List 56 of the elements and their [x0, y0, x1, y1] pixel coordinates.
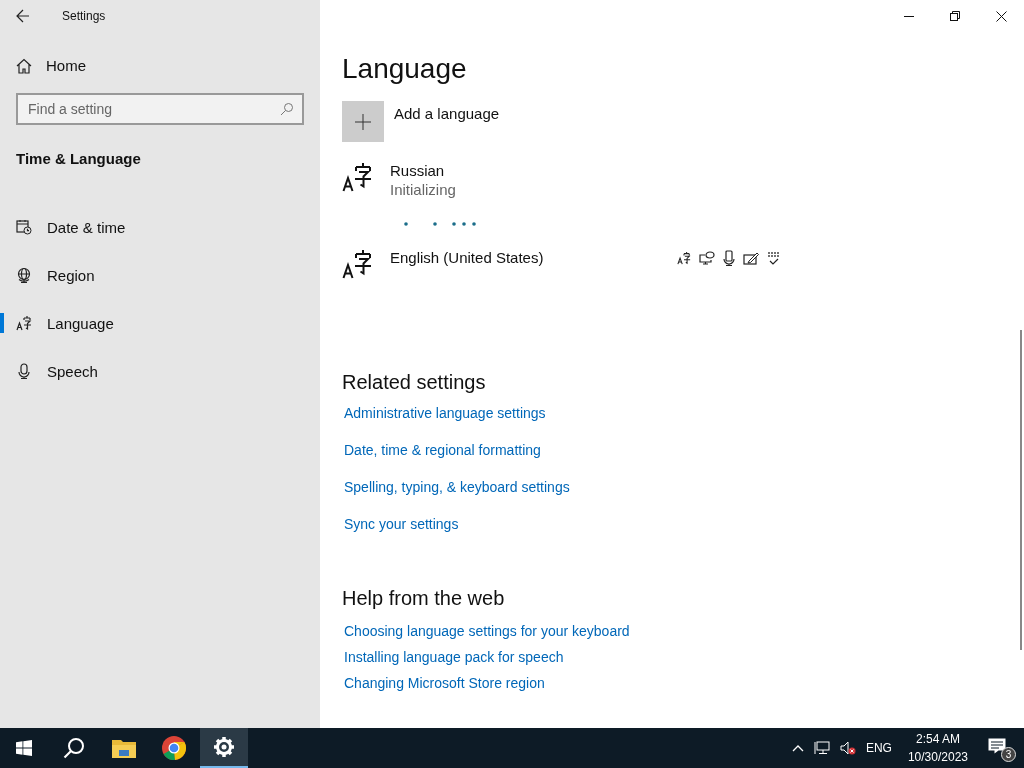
nav-item[interactable]: Region: [0, 251, 320, 299]
back-icon[interactable]: [16, 9, 30, 23]
link[interactable]: Choosing language settings for your keyboard: [344, 623, 630, 639]
globe-icon: [16, 267, 32, 283]
search-icon: [63, 737, 85, 759]
pen-icon: [743, 251, 759, 265]
folder-icon: [112, 738, 136, 758]
search-field[interactable]: Find a setting: [16, 93, 304, 125]
link[interactable]: Administrative language settings: [344, 405, 546, 421]
link[interactable]: Sync your settings: [344, 516, 459, 532]
link[interactable]: Changing Microsoft Store region: [344, 675, 545, 691]
installed-locale-row[interactable]: Russian Initializing: [342, 162, 675, 198]
progress-dots: [404, 222, 476, 226]
muted-speaker-icon[interactable]: [839, 741, 856, 755]
language-name: Russian: [390, 162, 446, 179]
link[interactable]: Date, time & regional formatting: [344, 442, 541, 458]
link[interactable]: Installing language pack for speech: [344, 649, 564, 665]
close-icon: [995, 10, 1007, 22]
nav-item[interactable]: Speech: [0, 347, 320, 395]
network-icon[interactable]: [813, 741, 830, 755]
installed-locale-row[interactable]: English (United States): [342, 249, 781, 279]
language-status: Initializing: [390, 181, 457, 198]
minimize-icon: [904, 15, 914, 17]
gear-icon: [214, 737, 234, 757]
taskbar-button[interactable]: [200, 728, 248, 768]
windows-logo-icon: [16, 740, 32, 756]
microphone-icon: [16, 363, 32, 379]
home-icon: [16, 57, 32, 74]
language-indicator[interactable]: ENG: [865, 741, 892, 755]
section-heading: Related settings: [342, 371, 486, 394]
spellcheck-icon: [767, 250, 781, 266]
language-icon: [342, 249, 372, 279]
notification-icon[interactable]: [988, 738, 1006, 754]
section-heading: Time & Language: [16, 150, 141, 167]
link[interactable]: Spelling, typing, & keyboard settings: [344, 479, 570, 495]
add-language-label[interactable]: Add a language: [394, 105, 500, 122]
browser-icon: [162, 736, 186, 760]
restore-icon: [950, 11, 960, 21]
chevron-up-icon[interactable]: [791, 744, 804, 752]
page-title: Language: [342, 53, 467, 85]
language-name: English (United States): [390, 249, 545, 266]
notification-count: 3: [1001, 747, 1016, 762]
home-link[interactable]: Home: [16, 57, 86, 74]
clock[interactable]: 2:54 AM 10/30/2023: [901, 730, 974, 766]
language-icon: [16, 315, 32, 331]
language-icon: [677, 251, 691, 265]
scrollbar[interactable]: [1020, 330, 1022, 650]
microphone-icon: [723, 250, 735, 266]
monitor-speech-icon: [699, 251, 715, 265]
section-heading: Help from the web: [342, 587, 505, 610]
calendar-icon: [16, 219, 32, 235]
plus-icon: [355, 113, 371, 130]
window-title: Settings: [62, 9, 106, 23]
search-icon: [280, 102, 294, 116]
nav-item[interactable]: Date & time: [0, 203, 320, 251]
language-icon: [342, 162, 372, 192]
